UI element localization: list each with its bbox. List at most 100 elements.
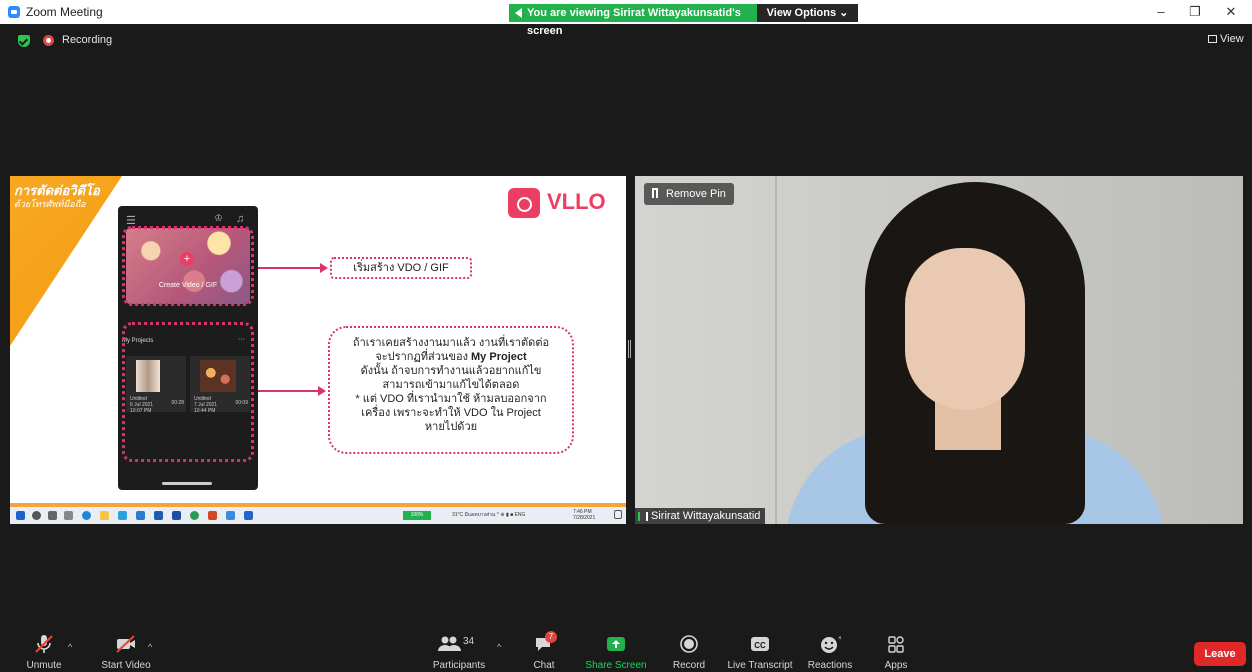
explorer-icon <box>100 511 109 520</box>
zoom-app-icon <box>8 6 20 18</box>
recording-icon <box>43 35 54 46</box>
grid-icon <box>1208 35 1217 43</box>
participants-count: 34 <box>463 636 475 647</box>
security-shield-icon[interactable] <box>18 35 30 47</box>
notification-icon <box>614 510 622 519</box>
edge-icon <box>82 511 91 520</box>
tray-icons: ^ ⊕ ▮ ■ ENG <box>496 512 526 518</box>
vllo-logo-icon <box>508 188 540 218</box>
taskview-icon <box>48 511 57 520</box>
info-bold: My Project <box>471 351 527 363</box>
widget-icon <box>64 511 73 520</box>
view-label: View <box>1220 33 1244 45</box>
arrow-to-start-label <box>258 263 328 273</box>
share-screen-label: Share Screen <box>585 660 647 671</box>
meeting-toolbar: Unmute ^ Start Video ^ 34 Participants ^… <box>0 631 1252 672</box>
app-icon <box>226 511 235 520</box>
svg-text:CC: CC <box>754 641 766 650</box>
view-options-button[interactable]: View Options ⌄ <box>757 4 858 22</box>
arrow-to-info-box <box>258 386 326 396</box>
phone-home-bar <box>162 482 212 485</box>
audio-options-caret[interactable]: ^ <box>68 642 72 652</box>
topic-subtitle: ด้วยโทรศัพท์มือถือ <box>14 199 86 209</box>
participant-video[interactable]: Remove Pin Sirirat Wittayakunsatid <box>635 176 1243 524</box>
share-screen-button[interactable]: Share Screen <box>576 634 656 672</box>
chat-icon: 7 <box>533 631 557 654</box>
pin-icon <box>652 188 658 198</box>
title-bar: Zoom Meeting You are viewing Sirirat Wit… <box>0 0 1252 37</box>
clock-date: 7/28/2021 <box>573 515 596 521</box>
chrome-icon <box>190 511 199 520</box>
split-resize-handle[interactable] <box>628 340 631 358</box>
viewing-screen-text: You are viewing Sirirat Wittayakunsatid'… <box>527 7 741 37</box>
start-video-label: Start Video <box>101 660 151 671</box>
info-line: หายไปด้วย <box>424 421 478 433</box>
info-line: * แต่ VDO ที่เรานำมาใช้ ห้ามลบออกจาก <box>355 393 547 405</box>
info-line: สามารถเข้ามาแก้ไขได้ตลอด <box>382 379 520 391</box>
music-icon: ♫ <box>236 213 245 225</box>
clock: 7:46 PM 7/28/2021 <box>573 509 595 521</box>
shared-screen: การตัดต่อวิดีโอ ด้วยโทรศัพท์มือถือ VLLO … <box>10 176 626 524</box>
video-options-caret[interactable]: ^ <box>148 642 152 652</box>
video-off-icon <box>115 634 137 654</box>
participants-label: Participants <box>432 660 486 671</box>
minimize-button[interactable]: – <box>1146 3 1176 21</box>
live-transcript-button[interactable]: CC Live Transcript <box>720 634 800 672</box>
info-line: จะปรากฏที่ส่วนของ My Project <box>338 350 564 364</box>
create-frame-highlight <box>122 226 254 306</box>
info-text: จะปรากฏที่ส่วนของ <box>375 351 472 363</box>
unmute-label: Unmute <box>26 660 62 671</box>
store-icon <box>118 511 127 520</box>
closed-caption-icon: CC <box>749 634 771 654</box>
close-button[interactable]: ✕ <box>1216 3 1246 21</box>
app-icon <box>244 511 253 520</box>
start-create-label: เริ่มสร้าง VDO / GIF <box>330 257 472 279</box>
chat-label: Chat <box>533 660 555 671</box>
record-label: Record <box>672 660 706 671</box>
participants-caret[interactable]: ^ <box>497 642 501 652</box>
unmute-button[interactable]: Unmute <box>4 634 84 672</box>
chat-button[interactable]: 7 Chat <box>504 631 584 672</box>
system-tray: 31°C มีแดดบางส่วน ^ ⊕ ▮ ■ ENG <box>452 511 525 519</box>
info-line: ดังนั้น ถ้าจบการทำงานแล้วอยากแก้ไข <box>360 365 542 377</box>
start-video-button[interactable]: Start Video <box>86 634 166 672</box>
participant-name-tag: Sirirat Wittayakunsatid <box>635 508 766 524</box>
speaker-icon <box>515 8 522 18</box>
info-line: เครื่อง เพราะจะทำให้ VDO ใน Project <box>361 407 541 419</box>
start-icon <box>16 511 25 520</box>
view-button[interactable]: View <box>1208 33 1244 45</box>
my-project-info-box: ถ้าเราเคยสร้างงานมาแล้ว งานที่เราตัดต่อ … <box>328 326 574 454</box>
record-icon <box>678 634 700 654</box>
shared-taskbar: 100% 31°C มีแดดบางส่วน ^ ⊕ ▮ ■ ENG 7:46 … <box>10 503 626 524</box>
share-screen-icon <box>605 634 627 654</box>
wall-tile-line <box>775 176 777 524</box>
vllo-brand: VLLO <box>547 189 606 214</box>
apps-button[interactable]: Apps <box>856 634 936 672</box>
info-line: ถ้าเราเคยสร้างงานมาแล้ว งานที่เราตัดต่อ <box>352 337 550 349</box>
zoom-taskbar-icon <box>172 511 181 520</box>
chat-badge: 7 <box>545 631 557 643</box>
zoom-window: Zoom Meeting You are viewing Sirirat Wit… <box>0 0 1252 672</box>
window-title: Zoom Meeting <box>26 5 103 19</box>
live-transcript-label: Live Transcript <box>727 660 793 671</box>
participant-name: Sirirat Wittayakunsatid <box>651 510 761 522</box>
remove-pin-button[interactable]: Remove Pin <box>644 183 734 205</box>
weather-text: 31°C มีแดดบางส่วน <box>452 512 496 518</box>
leave-button[interactable]: Leave <box>1194 642 1246 666</box>
battery-indicator: 100% <box>403 511 431 520</box>
remove-pin-label: Remove Pin <box>666 188 726 200</box>
apps-label: Apps <box>884 660 908 671</box>
apps-icon <box>885 634 907 654</box>
mail-icon <box>136 511 145 520</box>
search-icon <box>32 511 41 520</box>
svg-text:+: + <box>838 635 841 642</box>
participants-button[interactable]: 34 Participants <box>419 634 499 672</box>
maximize-button[interactable]: ❐ <box>1180 3 1210 21</box>
muted-mic-icon <box>33 634 55 654</box>
record-button[interactable]: Record <box>649 634 729 672</box>
participant-face <box>905 248 1025 410</box>
powerpoint-icon <box>208 511 217 520</box>
viewing-screen-banner: You are viewing Sirirat Wittayakunsatid'… <box>509 4 757 37</box>
smile-plus-icon: + <box>819 634 842 654</box>
participants-icon: 34 <box>437 634 481 654</box>
